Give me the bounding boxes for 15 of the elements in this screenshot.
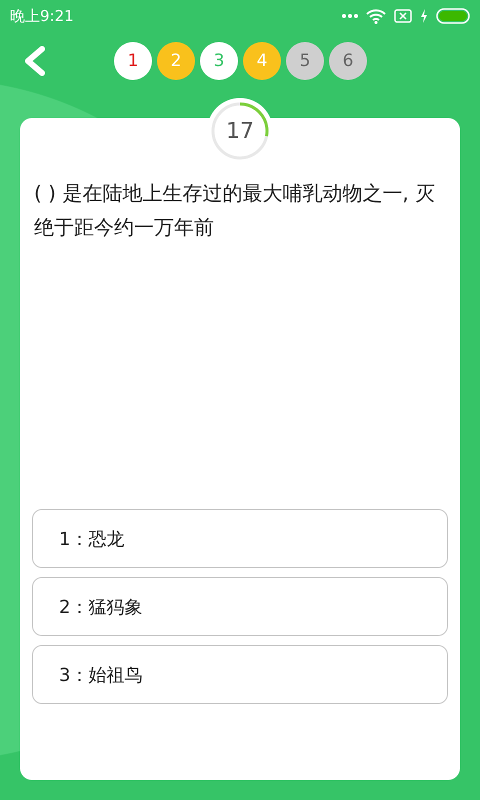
question-number[interactable]: 6 [329,42,367,80]
sim-icon [394,9,412,23]
wifi-icon [366,8,386,24]
battery-icon [436,8,470,24]
more-icon [342,14,358,18]
question-number[interactable]: 3 [200,42,238,80]
answer-option[interactable]: 1：恐龙 [32,509,448,568]
status-time: 晚上9:21 [10,6,74,26]
question-text: ( ) 是在陆地上生存过的最大哺乳动物之一, 灭绝于距今约一万年前 [33,180,436,241]
answer-option[interactable]: 2：猛犸象 [32,577,448,636]
charging-icon [420,9,428,23]
question-number[interactable]: 1 [114,42,152,80]
timer-count: 17 [226,118,254,144]
answer-option[interactable]: 3：始祖鸟 [32,645,448,704]
question-number[interactable]: 5 [286,42,324,80]
